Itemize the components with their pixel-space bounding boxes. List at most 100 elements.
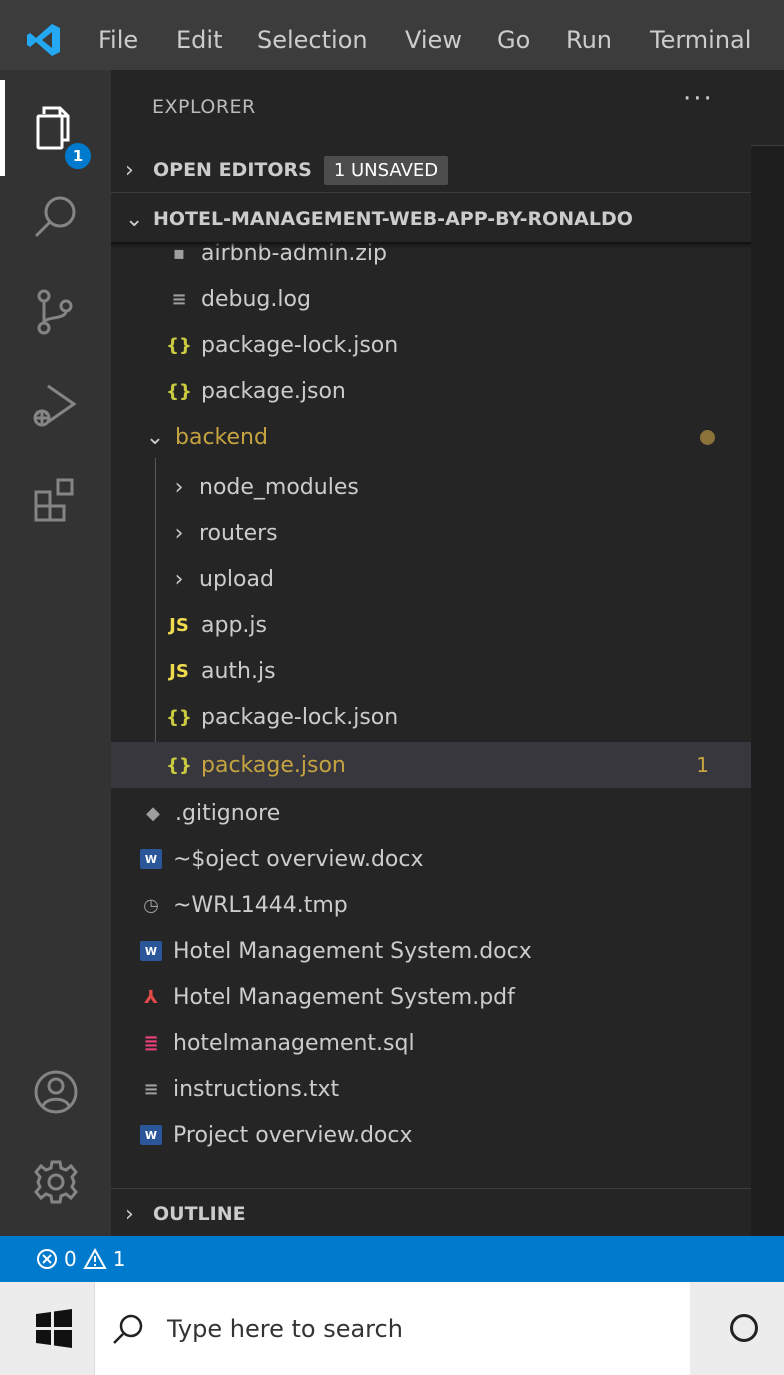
taskbar-search-box[interactable]: Type here to search (94, 1282, 690, 1375)
file-name: Project overview.docx (173, 1122, 413, 1148)
editor-tab-strip (751, 70, 784, 146)
log-icon: ≡ (171, 288, 187, 310)
file-name: package.json (201, 752, 346, 778)
file-name: app.js (201, 612, 267, 638)
file-name: ~$oject overview.docx (173, 846, 424, 872)
vscode-logo-icon[interactable] (26, 22, 62, 58)
file-name: .gitignore (175, 800, 281, 826)
json-icon: {} (166, 706, 192, 728)
status-bar: 0 1 (0, 1236, 784, 1282)
menu-view[interactable]: View (405, 22, 462, 58)
folder-row-routers[interactable]: › routers (111, 510, 751, 556)
file-row-app-js[interactable]: JS app.js (111, 602, 751, 648)
menu-run[interactable]: Run (566, 22, 612, 58)
file-row-backend-package-lock-json[interactable]: {} package-lock.json (111, 694, 751, 740)
file-row-debug-log[interactable]: ≡ debug.log (111, 276, 751, 322)
windows-start-icon[interactable] (34, 1308, 74, 1348)
problems-indicator[interactable]: 0 1 (36, 1247, 125, 1271)
run-debug-icon (33, 384, 77, 427)
folder-name: backend (175, 424, 268, 450)
explorer-title: EXPLORER (152, 96, 256, 118)
file-name: debug.log (201, 286, 311, 312)
menu-selection[interactable]: Selection (257, 22, 368, 58)
cortana-icon[interactable] (730, 1314, 758, 1342)
chevron-down-icon: ⌄ (125, 206, 144, 232)
open-editors-header[interactable]: › OPEN EDITORS 1 UNSAVED (111, 148, 751, 192)
file-row-gitignore[interactable]: ◆ .gitignore (111, 790, 751, 836)
chevron-right-icon: › (174, 566, 184, 592)
extensions-icon (34, 478, 73, 522)
activity-manage[interactable] (0, 1142, 111, 1222)
word-icon: W (140, 941, 162, 961)
file-name: package-lock.json (201, 704, 399, 730)
icon-wrap: W (137, 941, 165, 961)
folder-row-upload[interactable]: › upload (111, 556, 751, 602)
folder-row-node-modules[interactable]: › node_modules (111, 464, 751, 510)
activity-explorer[interactable]: 1 (0, 88, 111, 171)
js-icon: JS (169, 660, 189, 682)
activity-search[interactable] (0, 178, 111, 258)
menu-file[interactable]: File (98, 22, 138, 58)
file-row-auth-js[interactable]: JS auth.js (111, 648, 751, 694)
file-name: hotelmanagement.sql (173, 1030, 415, 1056)
menu-bar: File Edit Selection View Go Run Terminal (0, 0, 784, 70)
gear-icon (33, 1160, 78, 1204)
open-editors-label: OPEN EDITORS (153, 159, 312, 181)
file-name: package-lock.json (201, 332, 399, 358)
folder-name: upload (199, 566, 274, 592)
source-control-icon (37, 289, 72, 335)
outline-header[interactable]: › OUTLINE (111, 1192, 751, 1236)
file-name: instructions.txt (173, 1076, 340, 1102)
activity-run-debug[interactable] (0, 366, 111, 446)
json-icon: {} (166, 380, 192, 402)
file-row-sql[interactable]: ≣ hotelmanagement.sql (111, 1020, 751, 1066)
error-icon (37, 1249, 57, 1269)
project-folder-label: HOTEL-MANAGEMENT-WEB-APP-BY-RONALDO (153, 208, 633, 230)
more-actions-icon[interactable]: ··· (683, 84, 714, 114)
file-row-backend-package-json[interactable]: {} package.json 1 (111, 742, 751, 788)
file-row-wrl-tmp[interactable]: ◷ ~WRL1444.tmp (111, 882, 751, 928)
menu-terminal[interactable]: Terminal (650, 22, 751, 58)
file-name: Hotel Management System.docx (173, 938, 532, 964)
file-name: package.json (201, 378, 346, 404)
file-name: Hotel Management System.pdf (173, 984, 515, 1010)
warning-count: 1 (112, 1247, 126, 1271)
folder-row-backend[interactable]: ⌄ backend (111, 414, 751, 460)
editor-area (751, 70, 784, 1236)
menu-go[interactable]: Go (497, 22, 530, 58)
file-row-project-overview-docx[interactable]: W Project overview.docx (111, 1112, 751, 1158)
modified-dot-icon (700, 429, 715, 445)
git-icon: ◆ (146, 802, 160, 824)
file-row-package-json[interactable]: {} package.json (111, 368, 751, 414)
file-name: auth.js (201, 658, 276, 684)
file-row-package-lock-json[interactable]: {} package-lock.json (111, 322, 751, 368)
icon-wrap: W (137, 1125, 165, 1145)
chevron-right-icon: › (125, 1201, 134, 1227)
activity-source-control[interactable] (0, 272, 111, 352)
file-row-hms-pdf[interactable]: ⅄ Hotel Management System.pdf (111, 974, 751, 1020)
file-name: ~WRL1444.tmp (173, 892, 348, 918)
explorer-badge: 1 (63, 141, 93, 171)
explorer-sidebar: EXPLORER ··· › OPEN EDITORS 1 UNSAVED ⌄ … (111, 70, 751, 1236)
folder-name: node_modules (199, 474, 359, 500)
activity-extensions[interactable] (0, 460, 111, 540)
json-icon: {} (166, 334, 192, 356)
chevron-down-icon: ⌄ (145, 424, 165, 450)
file-row-hms-docx[interactable]: W Hotel Management System.docx (111, 928, 751, 974)
file-row-instructions-txt[interactable]: ≡ instructions.txt (111, 1066, 751, 1112)
section-divider (111, 192, 751, 193)
chevron-right-icon: › (174, 520, 184, 546)
search-icon (34, 196, 75, 238)
database-icon: ≣ (143, 1032, 159, 1054)
menu-edit[interactable]: Edit (176, 22, 222, 58)
json-icon: {} (166, 754, 192, 776)
word-icon: W (140, 1125, 162, 1145)
clock-icon: ◷ (143, 894, 159, 916)
file-row-temp-docx[interactable]: W ~$oject overview.docx (111, 836, 751, 882)
folder-name: routers (199, 520, 278, 546)
activity-accounts[interactable] (0, 1052, 111, 1132)
file-row-airbnb-admin-zip[interactable]: ▪ airbnb-admin.zip (111, 230, 751, 276)
js-icon: JS (169, 614, 189, 636)
search-placeholder: Type here to search (167, 1315, 403, 1343)
unsaved-badge: 1 UNSAVED (323, 155, 449, 185)
